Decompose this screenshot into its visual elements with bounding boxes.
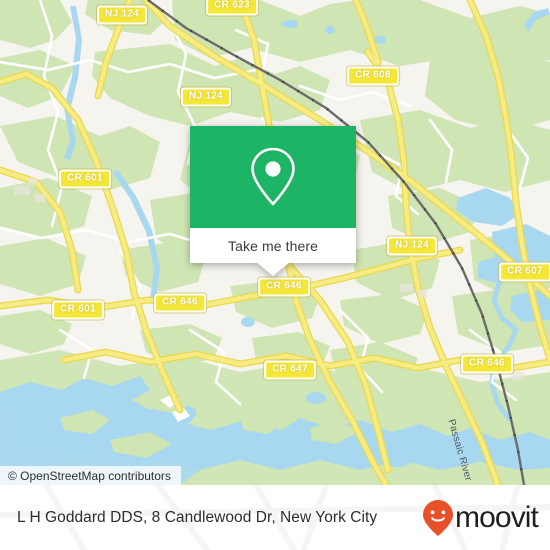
moovit-smiley-pin-icon — [423, 499, 454, 536]
road-shield: CR 646 — [258, 277, 310, 297]
road-shield: NJ 124 — [96, 5, 148, 25]
osm-attribution[interactable]: © OpenStreetMap contributors — [0, 466, 181, 487]
road-shield: CR 601 — [52, 300, 104, 320]
moovit-logo[interactable]: moovit — [422, 499, 539, 537]
road-shield: CR 646 — [154, 293, 206, 313]
location-title: L H Goddard DDS, 8 Candlewood Dr, New Yo… — [17, 508, 378, 526]
road-shield: CR 601 — [59, 169, 111, 189]
road-shield: CR 623 — [206, 0, 258, 16]
road-shield: NJ 124 — [386, 236, 438, 256]
bottom-info-bar: L H Goddard DDS, 8 Candlewood Dr, New Yo… — [0, 485, 550, 550]
road-shield: CR 607 — [499, 262, 550, 282]
take-me-there-label: Take me there — [227, 237, 318, 254]
popup-header — [190, 126, 356, 228]
road-shield: CR 608 — [347, 66, 399, 86]
location-popup-card[interactable]: Take me there — [190, 126, 356, 276]
location-pin-icon — [251, 147, 295, 206]
popup-footer[interactable]: Take me there — [190, 228, 356, 276]
road-shield: CR 646 — [461, 354, 513, 374]
popup-pointer — [256, 262, 290, 276]
road-shield: CR 647 — [264, 360, 316, 380]
road-shield: NJ 124 — [180, 87, 232, 107]
moovit-map-share-card: NJ 124 CR 623 CR 608 NJ 124 NJ 124 CR 601 CR 6… — [0, 0, 550, 550]
moovit-wordmark: moovit — [455, 500, 539, 534]
